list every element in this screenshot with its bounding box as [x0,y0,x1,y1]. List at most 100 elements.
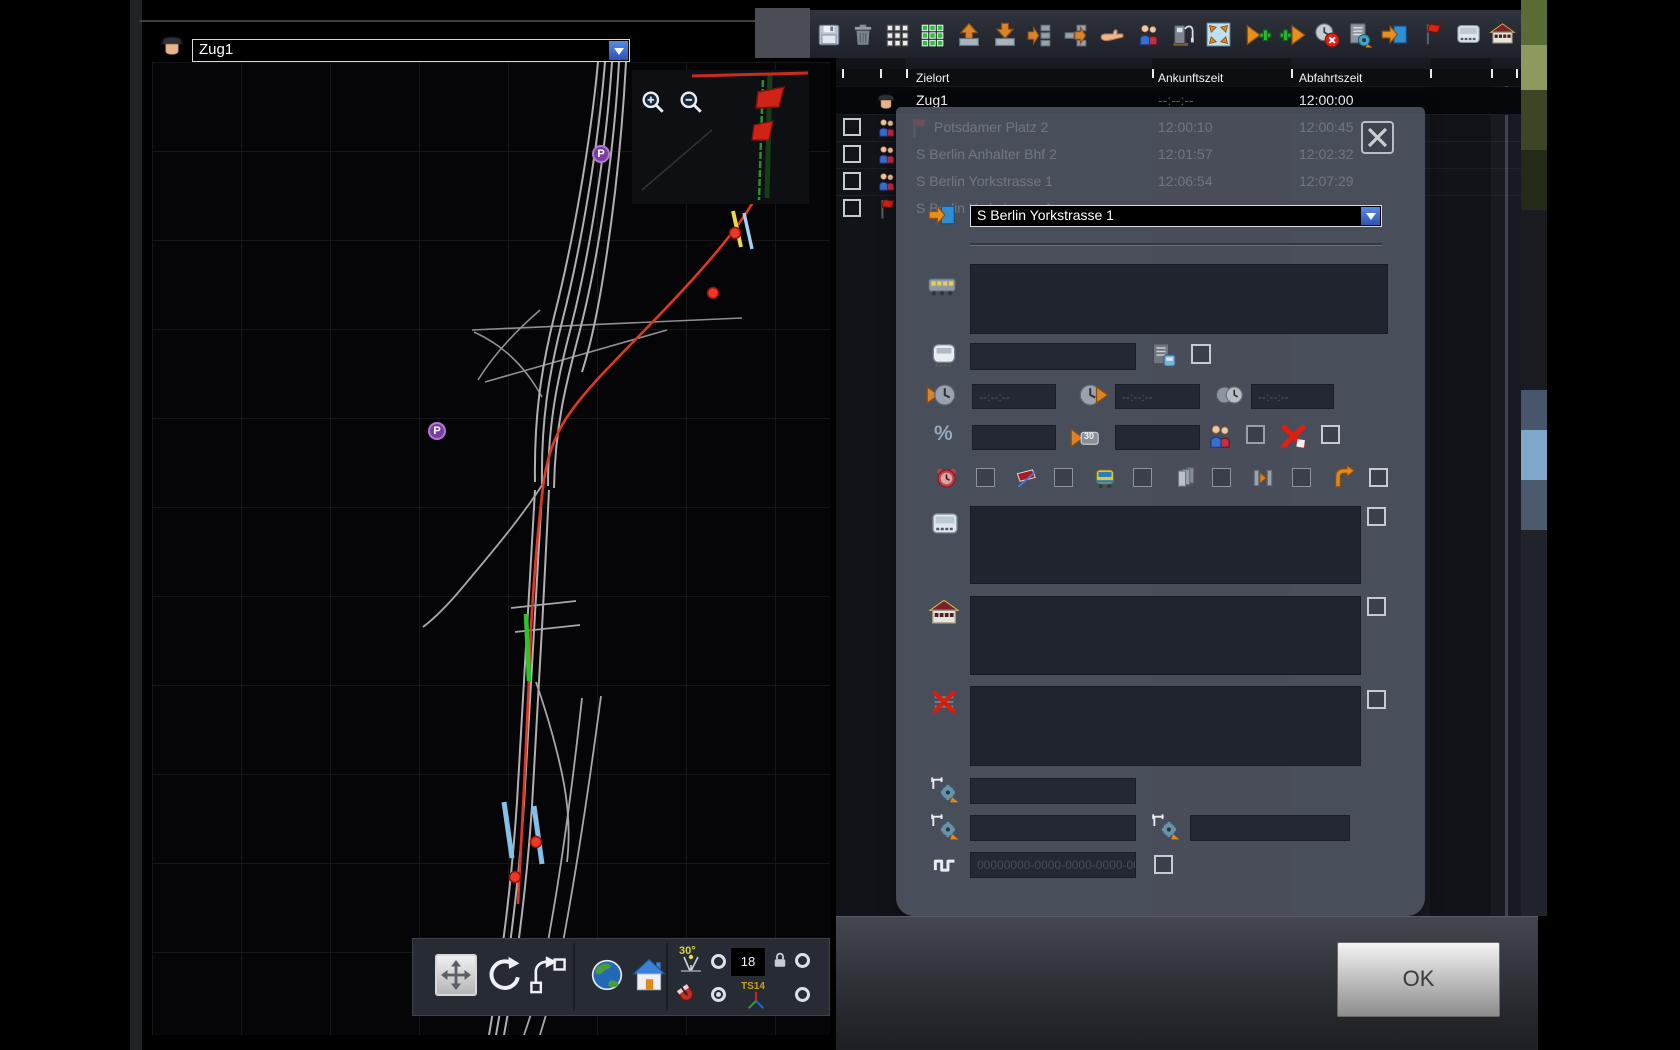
return-checkbox[interactable] [1369,468,1388,487]
mirror-checkbox[interactable] [1054,468,1073,487]
pan-tool-button[interactable] [435,954,477,996]
depot-list-panel[interactable] [970,596,1361,675]
measure-settings-icon [931,775,959,803]
close-button[interactable] [1361,121,1394,154]
platform-list-panel[interactable] [970,506,1361,584]
move-node-tool-button[interactable] [527,954,569,996]
row-arrival: --:--:-- [1158,92,1194,108]
import-up-icon[interactable] [955,21,983,49]
skip-checkbox[interactable] [1292,468,1311,487]
toolbar-divider [573,943,575,1011]
speed-input[interactable] [1115,425,1200,450]
clear-times-icon[interactable] [1313,21,1340,48]
goto-destination-icon[interactable] [1381,21,1408,48]
hand-pointer-icon[interactable] [1098,22,1126,48]
departure-time-input[interactable]: --:--:-- [1115,384,1200,409]
guid-checkbox[interactable] [1154,855,1173,874]
ok-button[interactable]: OK [1337,942,1500,1017]
add-stop-before-icon[interactable] [1245,21,1273,49]
fuel-icon[interactable] [1169,21,1196,48]
map-toolbar: 30° 18 TS14 [412,938,830,1016]
delete-icon[interactable] [850,22,876,48]
remove-checkbox[interactable] [1367,690,1386,709]
insert-row-icon[interactable] [1027,22,1053,48]
column-header-abfahrtszeit[interactable]: Abfahrtszeit [1299,71,1362,85]
column-tick [1430,69,1432,78]
measure-input-3[interactable] [1190,815,1350,841]
platform-train-icon [930,509,960,539]
loco-checkbox[interactable] [1191,344,1211,364]
depot-checkbox[interactable] [1367,597,1386,616]
extract-row-icon[interactable] [1063,22,1089,48]
parking-marker[interactable]: P [428,422,446,440]
parking-marker[interactable]: P [592,145,610,163]
row-checkbox[interactable] [843,145,861,163]
mirror-icon [1013,465,1039,491]
guid-input[interactable]: 00000000-0000-0000-0000-0000 [970,852,1136,878]
column-tick [880,69,882,78]
collapse-arrows-icon[interactable] [1205,21,1232,48]
map-top-divider [139,20,830,22]
row-checkbox[interactable] [843,199,861,217]
chevron-down-icon[interactable] [1361,207,1380,225]
extra-radio[interactable] [795,987,810,1002]
grid-white-icon[interactable] [884,22,910,48]
passengers-icon[interactable] [1136,21,1163,48]
world-foliage [1521,45,1547,90]
parking-marker-label: P [597,148,604,160]
locomotive-checkbox[interactable] [1133,468,1152,487]
remove-list-panel[interactable] [970,686,1361,766]
waveform-icon [932,851,959,878]
alarm-checkbox[interactable] [976,468,995,487]
row-checkbox[interactable] [843,118,861,136]
service-name-input[interactable] [970,343,1136,370]
column-header-zielort[interactable]: Zielort [916,71,949,85]
world-horizon [1521,390,1547,430]
destination-dropdown[interactable]: S Berlin Yorkstrasse 1 [970,205,1382,227]
flag-icon[interactable] [1421,21,1447,47]
measure-input-2[interactable] [970,815,1136,841]
chevron-down-icon[interactable] [609,41,628,60]
rotate-tool-button[interactable] [483,954,525,996]
performance-input[interactable] [972,425,1056,450]
board-checkbox[interactable] [1246,425,1265,444]
platform-checkbox[interactable] [1367,507,1386,526]
main-toolbar [810,10,1525,58]
dwell-placeholder: --:--:-- [1258,390,1289,404]
grid-green-icon[interactable] [919,22,945,48]
loco-doc-icon[interactable] [1150,341,1178,369]
export-down-icon[interactable] [991,21,1019,49]
train-info-icon[interactable] [1455,21,1482,48]
track-map-canvas[interactable] [152,62,830,1035]
route-waypoint-dots[interactable] [510,228,741,883]
cancel-checkbox[interactable] [1321,425,1340,444]
lock-radio[interactable] [795,953,810,968]
consist-panel[interactable] [970,264,1388,334]
arrival-time-input[interactable]: --:--:-- [972,384,1056,409]
remove-rails-icon [930,688,958,716]
angle-snap-radio[interactable] [711,954,726,969]
home-button[interactable] [629,957,669,993]
add-stop-after-icon[interactable] [1278,21,1306,49]
dwell-time-input[interactable]: --:--:-- [1251,384,1334,409]
zoom-level-display[interactable]: 18 [731,948,765,976]
toolbar-left-block [755,8,810,58]
skip-stop-icon [1250,465,1276,491]
dialog-divider [970,243,1382,246]
magnet-snap-radio[interactable] [711,987,726,1002]
measure-input-1[interactable] [970,778,1136,804]
column-tick [1491,69,1493,78]
route-highlight [504,202,753,904]
depot-icon[interactable] [1489,21,1516,48]
row-checkbox[interactable] [843,172,861,190]
zoom-in-icon[interactable] [640,89,666,115]
column-header-ankunftszeit[interactable]: Ankunftszeit [1158,71,1223,85]
zoom-out-icon[interactable] [678,89,704,115]
save-icon[interactable] [816,22,842,48]
column-tick [1516,69,1518,78]
copy-checkbox[interactable] [1212,468,1231,487]
train-select-dropdown[interactable]: Zug1 [192,39,630,62]
copy-stack-icon [1172,464,1198,490]
task-settings-icon[interactable] [1346,21,1373,48]
globe-button[interactable] [589,957,625,993]
